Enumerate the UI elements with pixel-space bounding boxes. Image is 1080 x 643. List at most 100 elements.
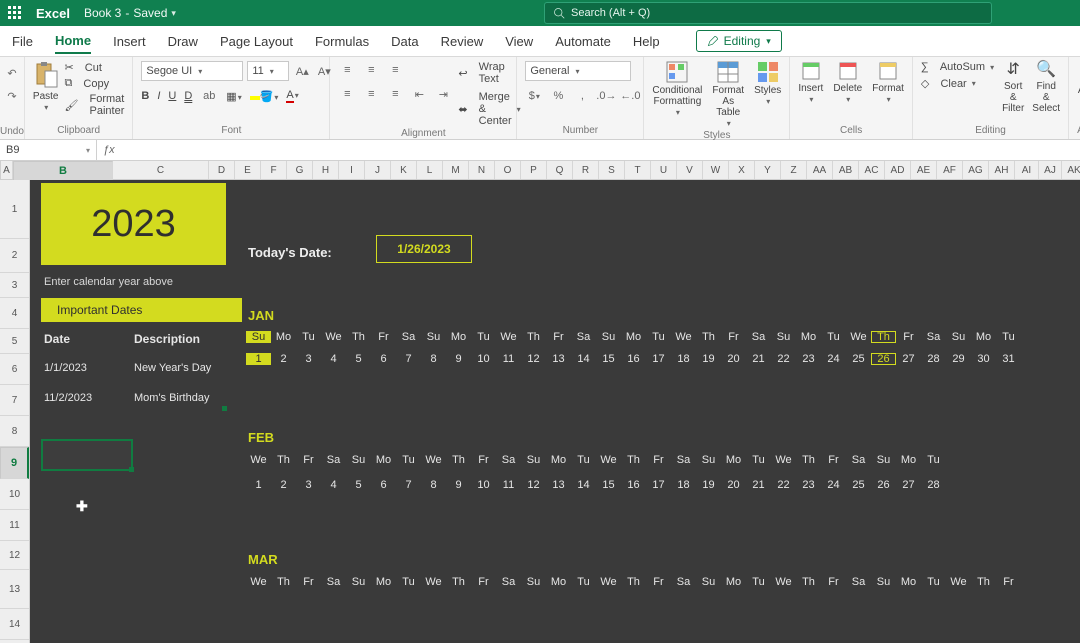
calendar-cell[interactable]: Tu <box>996 331 1021 343</box>
column-header[interactable]: AB <box>833 161 859 179</box>
editing-mode-button[interactable]: Editing ▾ <box>696 30 782 52</box>
undo-icon[interactable]: ↶ <box>7 67 16 80</box>
calendar-cell[interactable]: Sa <box>671 576 696 588</box>
calendar-cell[interactable]: 5 <box>346 353 371 365</box>
calendar-cell[interactable]: We <box>771 454 796 466</box>
calendar-cell[interactable]: We <box>321 331 346 343</box>
calendar-cell[interactable]: Su <box>596 331 621 343</box>
calendar-cell[interactable]: 28 <box>921 353 946 365</box>
format-as-table-button[interactable]: Format As Table▾ <box>712 61 744 129</box>
calendar-cell[interactable]: 13 <box>546 353 571 365</box>
comma-button[interactable]: , <box>573 87 591 105</box>
increase-indent-button[interactable]: ⇥ <box>434 85 452 103</box>
row-header[interactable]: 1 <box>0 180 29 239</box>
calendar-cell[interactable]: We <box>421 576 446 588</box>
calendar-cell[interactable]: We <box>596 454 621 466</box>
column-header[interactable]: AA <box>807 161 833 179</box>
calendar-cell[interactable]: 1 <box>246 479 271 491</box>
calendar-cell[interactable]: 21 <box>746 353 771 365</box>
column-header[interactable]: N <box>469 161 495 179</box>
calendar-cell[interactable]: Tu <box>396 454 421 466</box>
format-cells-button[interactable]: Format▾ <box>872 61 904 105</box>
calendar-cell[interactable]: Su <box>346 576 371 588</box>
calendar-cell[interactable]: Fr <box>721 331 746 343</box>
column-header[interactable]: R <box>573 161 599 179</box>
align-center-button[interactable]: ≡ <box>362 85 380 103</box>
calendar-cell[interactable]: 2 <box>271 353 296 365</box>
calendar-cell[interactable]: Th <box>346 331 371 343</box>
font-size-select[interactable]: 11▾ <box>247 61 289 81</box>
table-row[interactable]: 1/1/2023 New Year's Day <box>44 362 211 374</box>
calendar-cell[interactable]: Tu <box>396 576 421 588</box>
calendar-cell[interactable]: We <box>496 331 521 343</box>
row-header[interactable]: 11 <box>0 510 29 541</box>
tab-review[interactable]: Review <box>441 30 484 53</box>
calendar-cell[interactable]: 22 <box>771 479 796 491</box>
calendar-cell[interactable]: 18 <box>671 479 696 491</box>
calendar-cell[interactable]: Fr <box>821 576 846 588</box>
column-header[interactable]: M <box>443 161 469 179</box>
row-header[interactable]: 12 <box>0 541 29 570</box>
calendar-cell[interactable]: 2 <box>271 479 296 491</box>
calendar-cell[interactable]: Tu <box>746 454 771 466</box>
calendar-cell[interactable]: 3 <box>296 479 321 491</box>
column-header[interactable]: H <box>313 161 339 179</box>
clear-button[interactable]: ◇ Clear▾ <box>921 77 994 90</box>
calendar-cell[interactable]: 25 <box>846 353 871 365</box>
calendar-cell[interactable]: Su <box>521 576 546 588</box>
calendar-cell[interactable]: Su <box>346 454 371 466</box>
calendar-cell[interactable]: Fr <box>996 576 1021 588</box>
app-launcher-icon[interactable] <box>8 6 22 20</box>
column-header[interactable]: AC <box>859 161 885 179</box>
calendar-cell[interactable]: Fr <box>471 576 496 588</box>
column-header[interactable]: I <box>339 161 365 179</box>
calendar-cell[interactable]: 25 <box>846 479 871 491</box>
calendar-cell[interactable]: 19 <box>696 353 721 365</box>
calendar-cell[interactable]: Tu <box>571 454 596 466</box>
calendar-cell[interactable]: Mo <box>796 331 821 343</box>
row-headers[interactable]: 1234567891011121314 <box>0 180 30 643</box>
calendar-cell[interactable]: 3 <box>296 353 321 365</box>
calendar-cell[interactable]: Su <box>246 331 271 343</box>
column-header[interactable]: S <box>599 161 625 179</box>
calendar-cell[interactable]: 26 <box>871 353 896 365</box>
column-header[interactable]: A <box>1 161 13 179</box>
font-color-button[interactable]: A▾ <box>286 89 298 103</box>
tab-view[interactable]: View <box>505 30 533 53</box>
calendar-cell[interactable]: Tu <box>571 576 596 588</box>
column-header[interactable]: AH <box>989 161 1015 179</box>
worksheet[interactable]: 1234567891011121314 2023 Enter calendar … <box>0 180 1080 643</box>
calendar-cell[interactable]: 10 <box>471 353 496 365</box>
calendar-cell[interactable]: 12 <box>521 353 546 365</box>
calendar-cell[interactable]: Fr <box>821 454 846 466</box>
calendar-cell[interactable]: We <box>671 331 696 343</box>
calendar-cell[interactable]: 9 <box>446 479 471 491</box>
calendar-cell[interactable]: 21 <box>746 479 771 491</box>
calendar-cell[interactable]: Mo <box>546 576 571 588</box>
align-right-button[interactable]: ≡ <box>386 85 404 103</box>
find-select-button[interactable]: 🔍Find & Select <box>1032 61 1060 114</box>
tab-formulas[interactable]: Formulas <box>315 30 369 53</box>
calendar-cell[interactable]: Tu <box>921 454 946 466</box>
table-row[interactable]: 11/2/2023 Mom's Birthday <box>44 392 209 404</box>
calendar-cell[interactable]: 16 <box>621 479 646 491</box>
calendar-cell[interactable]: Fr <box>296 454 321 466</box>
calendar-cell[interactable]: Tu <box>921 576 946 588</box>
calendar-cell[interactable]: 28 <box>921 479 946 491</box>
wrap-text-button[interactable]: ↩ Wrap Text <box>458 61 520 85</box>
column-header[interactable]: J <box>365 161 391 179</box>
calendar-cell[interactable]: Sa <box>321 454 346 466</box>
calendar-cell[interactable]: 7 <box>396 353 421 365</box>
calendar-cell[interactable]: Su <box>871 454 896 466</box>
column-header[interactable]: V <box>677 161 703 179</box>
autosum-button[interactable]: ∑ AutoSum▾ <box>921 61 994 73</box>
calendar-cell[interactable]: 4 <box>321 353 346 365</box>
align-left-button[interactable]: ≡ <box>338 85 356 103</box>
row-header[interactable]: 5 <box>0 329 29 354</box>
calendar-cell[interactable]: 18 <box>671 353 696 365</box>
calendar-cell[interactable]: Th <box>796 576 821 588</box>
column-headers[interactable]: ABCDEFGHIJKLMNOPQRSTUVWXYZAAABACADAEAFAG… <box>0 161 1080 180</box>
calendar-cell[interactable]: Th <box>621 576 646 588</box>
column-header[interactable]: D <box>209 161 235 179</box>
calendar-cell[interactable]: 5 <box>346 479 371 491</box>
